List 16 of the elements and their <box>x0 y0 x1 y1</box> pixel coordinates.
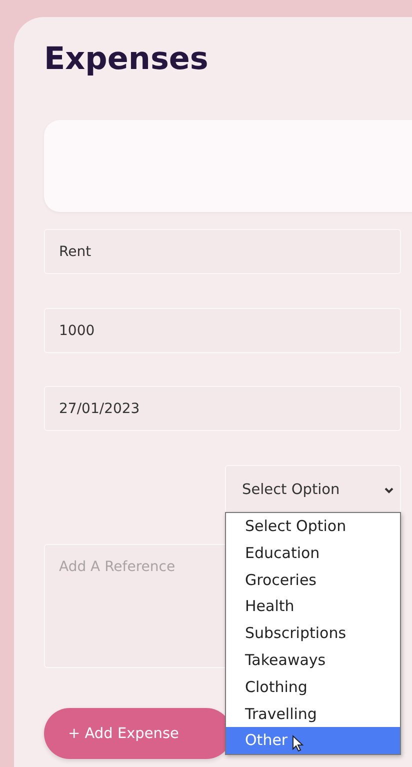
input-field[interactable]: Rent <box>44 229 401 274</box>
dropdown-option[interactable]: Select Option <box>226 513 400 540</box>
chevron-down-icon <box>384 486 394 494</box>
dropdown-option[interactable]: Takeaways <box>226 646 400 674</box>
page-title: Expenses <box>44 40 208 79</box>
dropdown-option[interactable]: Subscriptions <box>226 620 400 647</box>
category-select[interactable]: Select Option <box>225 465 401 515</box>
dropdown-option[interactable]: Travelling <box>226 700 400 728</box>
dropdown-option[interactable]: Health <box>226 593 400 620</box>
dropdown-option[interactable]: Education <box>226 540 400 567</box>
dropdown-option[interactable]: Groceries <box>226 566 400 594</box>
dropdown-option[interactable]: Clothing <box>226 674 400 701</box>
dropdown-option[interactable]: Other <box>226 727 400 754</box>
input-field[interactable]: 27/01/2023 <box>44 386 401 431</box>
input-field[interactable]: 1000 <box>44 308 401 353</box>
cursor-icon <box>292 735 304 752</box>
